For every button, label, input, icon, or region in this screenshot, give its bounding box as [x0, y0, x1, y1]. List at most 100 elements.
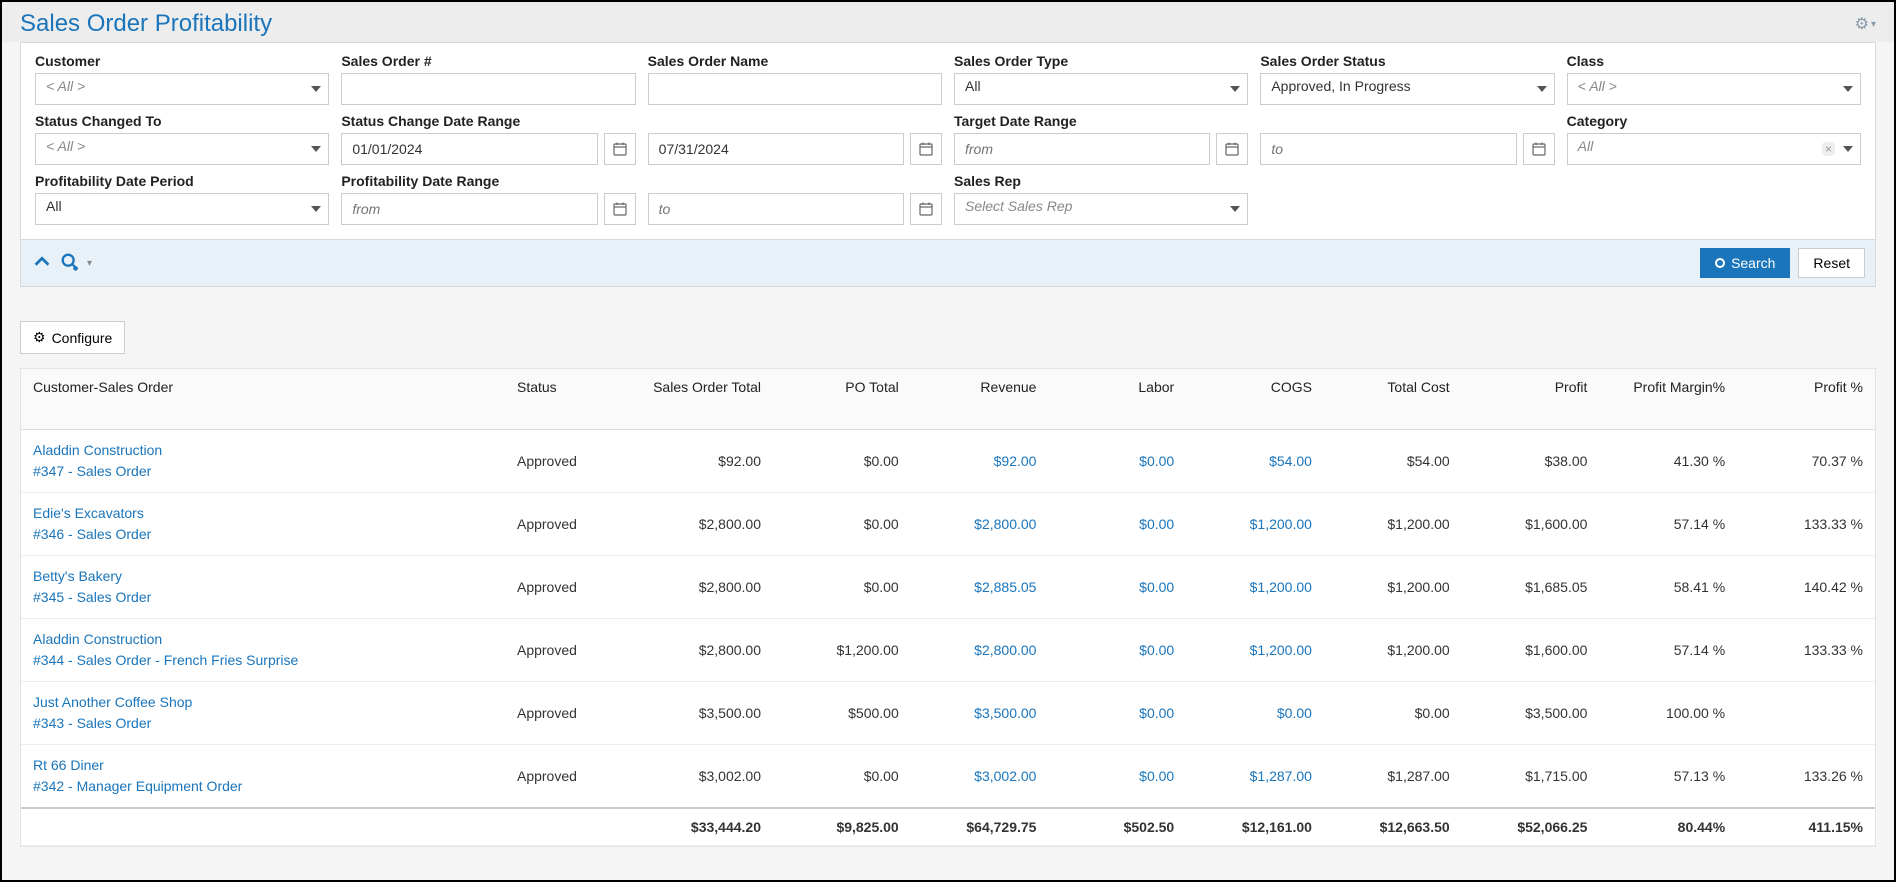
- col-revenue[interactable]: Revenue: [911, 369, 1049, 429]
- col-profit-margin[interactable]: Profit Margin%: [1599, 369, 1737, 429]
- chevron-down-icon: [311, 86, 321, 92]
- class-label: Class: [1567, 53, 1861, 69]
- status-cell: Approved: [505, 681, 635, 744]
- calendar-icon[interactable]: [1523, 133, 1555, 165]
- labor-link[interactable]: $0.00: [1139, 579, 1174, 595]
- labor-link[interactable]: $0.00: [1139, 453, 1174, 469]
- so-type-select[interactable]: All: [954, 73, 1248, 105]
- revenue-link[interactable]: $2,885.05: [974, 579, 1036, 595]
- revenue-link[interactable]: $2,800.00: [974, 516, 1036, 532]
- calendar-icon[interactable]: [910, 133, 942, 165]
- status-change-from-input[interactable]: [341, 133, 597, 165]
- chevron-down-icon: ▾: [1871, 19, 1876, 30]
- chevron-down-icon: [1230, 86, 1240, 92]
- so-name-input[interactable]: [648, 73, 942, 105]
- class-select[interactable]: < All >: [1567, 73, 1861, 105]
- cogs-link[interactable]: $1,200.00: [1250, 579, 1312, 595]
- profit-range-label: Profitability Date Range: [341, 173, 635, 189]
- chevron-down-icon[interactable]: ▾: [87, 258, 92, 269]
- customer-label: Customer: [35, 53, 329, 69]
- cogs-link[interactable]: $1,200.00: [1250, 642, 1312, 658]
- so-status-select[interactable]: Approved, In Progress: [1260, 73, 1554, 105]
- profit-to-input[interactable]: [648, 193, 904, 225]
- col-customer-order[interactable]: Customer-Sales Order: [21, 369, 505, 429]
- customer-link[interactable]: Aladdin Construction: [33, 629, 493, 650]
- customer-link[interactable]: Rt 66 Diner: [33, 755, 493, 776]
- totals-row: $33,444.20 $9,825.00 $64,729.75 $502.50 …: [21, 808, 1875, 846]
- order-link[interactable]: #345 - Sales Order: [33, 587, 493, 608]
- page-title: Sales Order Profitability: [20, 10, 272, 38]
- col-total-cost[interactable]: Total Cost: [1324, 369, 1462, 429]
- cogs-link[interactable]: $1,200.00: [1250, 516, 1312, 532]
- sales-rep-select[interactable]: Select Sales Rep: [954, 193, 1248, 225]
- cogs-link[interactable]: $54.00: [1269, 453, 1312, 469]
- category-label: Category: [1567, 113, 1861, 129]
- results-table: Customer-Sales Order Status Sales Order …: [21, 369, 1875, 846]
- labor-link[interactable]: $0.00: [1139, 516, 1174, 532]
- table-row: Aladdin Construction#344 - Sales Order -…: [21, 618, 1875, 681]
- reset-button[interactable]: Reset: [1798, 248, 1865, 278]
- status-changed-to-select[interactable]: < All >: [35, 133, 329, 165]
- revenue-link[interactable]: $2,800.00: [974, 642, 1036, 658]
- search-settings-icon[interactable]: [59, 251, 81, 276]
- customer-link[interactable]: Edie's Excavators: [33, 503, 493, 524]
- calendar-icon[interactable]: [910, 193, 942, 225]
- labor-link[interactable]: $0.00: [1139, 768, 1174, 784]
- col-profit[interactable]: Profit: [1462, 369, 1600, 429]
- search-button[interactable]: Search: [1700, 248, 1790, 278]
- col-cogs[interactable]: COGS: [1186, 369, 1324, 429]
- col-status[interactable]: Status: [505, 369, 635, 429]
- radio-dot-icon: [1715, 258, 1725, 268]
- status-change-to-input[interactable]: [648, 133, 904, 165]
- chevron-down-icon: [311, 146, 321, 152]
- labor-link[interactable]: $0.00: [1139, 642, 1174, 658]
- table-row: Betty's Bakery#345 - Sales Order Approved…: [21, 555, 1875, 618]
- order-link[interactable]: #342 - Manager Equipment Order: [33, 776, 493, 797]
- order-link[interactable]: #343 - Sales Order: [33, 713, 493, 734]
- col-profit-pct[interactable]: Profit %: [1737, 369, 1875, 429]
- clear-icon[interactable]: ×: [1822, 142, 1835, 156]
- table-row: Aladdin Construction#347 - Sales Order Ap…: [21, 429, 1875, 492]
- page-settings-gear[interactable]: ⚙ ▾: [1855, 14, 1876, 34]
- so-number-input[interactable]: [341, 73, 635, 105]
- order-link[interactable]: #346 - Sales Order: [33, 524, 493, 545]
- order-link[interactable]: #344 - Sales Order - French Fries Surpri…: [33, 650, 493, 671]
- status-cell: Approved: [505, 429, 635, 492]
- customer-link[interactable]: Aladdin Construction: [33, 440, 493, 461]
- status-cell: Approved: [505, 555, 635, 618]
- so-name-label: Sales Order Name: [648, 53, 942, 69]
- col-so-total[interactable]: Sales Order Total: [635, 369, 773, 429]
- col-po-total[interactable]: PO Total: [773, 369, 911, 429]
- calendar-icon[interactable]: [604, 193, 636, 225]
- chevron-down-icon: [1537, 86, 1547, 92]
- target-to-input[interactable]: [1260, 133, 1516, 165]
- calendar-icon[interactable]: [604, 133, 636, 165]
- status-cell: Approved: [505, 492, 635, 555]
- status-cell: Approved: [505, 744, 635, 808]
- revenue-link[interactable]: $92.00: [994, 453, 1037, 469]
- gear-icon: ⚙: [33, 329, 46, 346]
- chevron-down-icon: [311, 206, 321, 212]
- cogs-link[interactable]: $1,287.00: [1250, 768, 1312, 784]
- profit-period-label: Profitability Date Period: [35, 173, 329, 189]
- revenue-link[interactable]: $3,002.00: [974, 768, 1036, 784]
- calendar-icon[interactable]: [1216, 133, 1248, 165]
- category-select[interactable]: All: [1567, 133, 1861, 165]
- customer-select[interactable]: < All >: [35, 73, 329, 105]
- table-row: Rt 66 Diner#342 - Manager Equipment Orde…: [21, 744, 1875, 808]
- target-from-input[interactable]: [954, 133, 1210, 165]
- cogs-link[interactable]: $0.00: [1277, 705, 1312, 721]
- collapse-icon[interactable]: [31, 251, 53, 276]
- chevron-down-icon: [1843, 146, 1853, 152]
- chevron-down-icon: [1230, 206, 1240, 212]
- customer-link[interactable]: Betty's Bakery: [33, 566, 493, 587]
- customer-link[interactable]: Just Another Coffee Shop: [33, 692, 493, 713]
- profit-from-input[interactable]: [341, 193, 597, 225]
- profit-period-select[interactable]: All: [35, 193, 329, 225]
- col-labor[interactable]: Labor: [1048, 369, 1186, 429]
- configure-button[interactable]: ⚙ Configure: [20, 321, 125, 354]
- order-link[interactable]: #347 - Sales Order: [33, 461, 493, 482]
- revenue-link[interactable]: $3,500.00: [974, 705, 1036, 721]
- chevron-down-icon: [1843, 86, 1853, 92]
- labor-link[interactable]: $0.00: [1139, 705, 1174, 721]
